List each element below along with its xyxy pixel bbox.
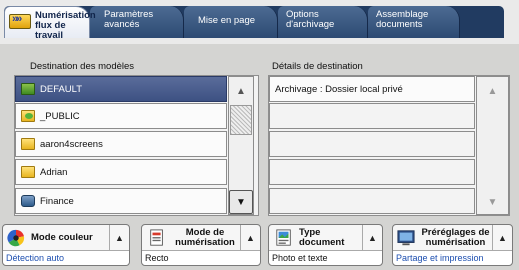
details-scrollbar[interactable]: ▲ ▼	[476, 76, 509, 215]
details-title: Détails de destination	[272, 61, 363, 72]
template-label: Adrian	[40, 166, 68, 178]
tab-label: Paramètres avancés	[104, 9, 154, 30]
detail-item	[269, 131, 475, 157]
chevron-down-icon: ▼	[236, 196, 246, 208]
feature-label: Mode de numérisation	[175, 227, 235, 248]
tab-advanced-settings[interactable]: Paramètres avancés	[90, 6, 184, 38]
color-wheel-icon	[7, 229, 25, 247]
template-label: aaron4screens	[40, 138, 103, 150]
tab-archive-options[interactable]: Options d'archivage	[278, 6, 368, 38]
scan-mode-button[interactable]: Mode de numérisation ▲ Recto	[141, 224, 261, 266]
templates-scrollbar[interactable]: ▲ ▼	[228, 76, 254, 215]
template-label: _PUBLIC	[40, 110, 80, 122]
feature-value: Recto	[142, 250, 260, 265]
detail-label: Archivage : Dossier local privé	[275, 83, 403, 95]
tab-workflow-scanning[interactable]: Numérisation flux de travail	[4, 6, 96, 41]
scan-presets-arrow-button[interactable]: ▲	[492, 225, 512, 251]
feature-header[interactable]: Mode de numérisation	[142, 225, 238, 251]
green-folder-icon	[21, 83, 35, 95]
template-label: Finance	[40, 195, 74, 207]
scan-presets-button[interactable]: Préréglages de numérisation ▲ Partage et…	[392, 224, 513, 266]
feature-label: Type document	[299, 227, 345, 248]
document-type-icon	[276, 229, 291, 246]
database-icon	[21, 195, 35, 207]
feature-header[interactable]: Préréglages de numérisation	[393, 225, 490, 251]
template-item-public[interactable]: _PUBLIC	[15, 103, 227, 129]
template-item-aaron4screens[interactable]: aaron4screens	[15, 131, 227, 157]
folder-icon	[21, 166, 35, 178]
templates-title: Destination des modèles	[30, 61, 135, 72]
template-item-default[interactable]: DEFAULT	[15, 76, 227, 102]
feature-value: Partage et impression	[393, 250, 512, 265]
tab-label: Assemblage documents	[376, 9, 429, 30]
chevron-up-icon: ▲	[487, 85, 498, 97]
chevron-up-icon: ▲	[236, 85, 246, 97]
chevron-up-icon: ▲	[368, 233, 377, 243]
chevron-up-icon: ▲	[246, 233, 255, 243]
presets-icon	[397, 230, 415, 246]
feature-value: Photo et texte	[269, 250, 382, 265]
scroll-up-button[interactable]: ▲	[477, 79, 508, 103]
detail-item	[269, 188, 475, 214]
chevron-up-icon: ▲	[115, 233, 124, 243]
tab-label: Numérisation flux de travail	[35, 10, 96, 41]
scroll-up-button[interactable]: ▲	[229, 79, 253, 103]
document-type-arrow-button[interactable]: ▲	[362, 225, 382, 251]
template-label: DEFAULT	[40, 83, 83, 95]
tab-job-assembly[interactable]: Assemblage documents	[368, 6, 460, 38]
scroll-thumb[interactable]	[230, 105, 252, 135]
color-mode-arrow-button[interactable]: ▲	[109, 225, 129, 251]
tab-label: Mise en page	[198, 15, 256, 26]
feature-value: Détection auto	[3, 250, 129, 265]
feature-label: Préréglages de numérisation	[421, 227, 490, 248]
feature-header[interactable]: Type document	[269, 225, 360, 251]
scroll-down-button[interactable]: ▼	[229, 190, 253, 214]
color-mode-button[interactable]: Mode couleur ▲ Détection auto	[2, 224, 130, 266]
public-folder-icon	[21, 110, 35, 122]
chevron-down-icon: ▼	[487, 196, 498, 208]
detail-item	[269, 103, 475, 129]
tab-bar: Numérisation flux de travail Paramètres …	[0, 0, 519, 44]
tab-label: Options d'archivage	[286, 9, 335, 30]
feature-label: Mode couleur	[31, 232, 93, 243]
scan-mode-arrow-button[interactable]: ▲	[240, 225, 260, 251]
templates-list: DEFAULT _PUBLIC aaron4screens Adrian Fin…	[14, 75, 259, 216]
document-type-button[interactable]: Type document ▲ Photo et texte	[268, 224, 383, 266]
feature-header[interactable]: Mode couleur	[3, 225, 107, 251]
folder-icon	[21, 138, 35, 150]
workflow-scanning-icon	[9, 14, 31, 29]
tab-layout[interactable]: Mise en page	[184, 6, 278, 38]
scroll-down-button[interactable]: ▼	[477, 190, 508, 214]
scan-mode-icon	[150, 229, 163, 246]
detail-item: Archivage : Dossier local privé	[269, 76, 475, 102]
details-list: Archivage : Dossier local privé ▲ ▼	[268, 75, 510, 216]
template-item-finance[interactable]: Finance	[15, 188, 227, 214]
detail-item	[269, 159, 475, 185]
chevron-up-icon: ▲	[498, 233, 507, 243]
template-item-adrian[interactable]: Adrian	[15, 159, 227, 185]
